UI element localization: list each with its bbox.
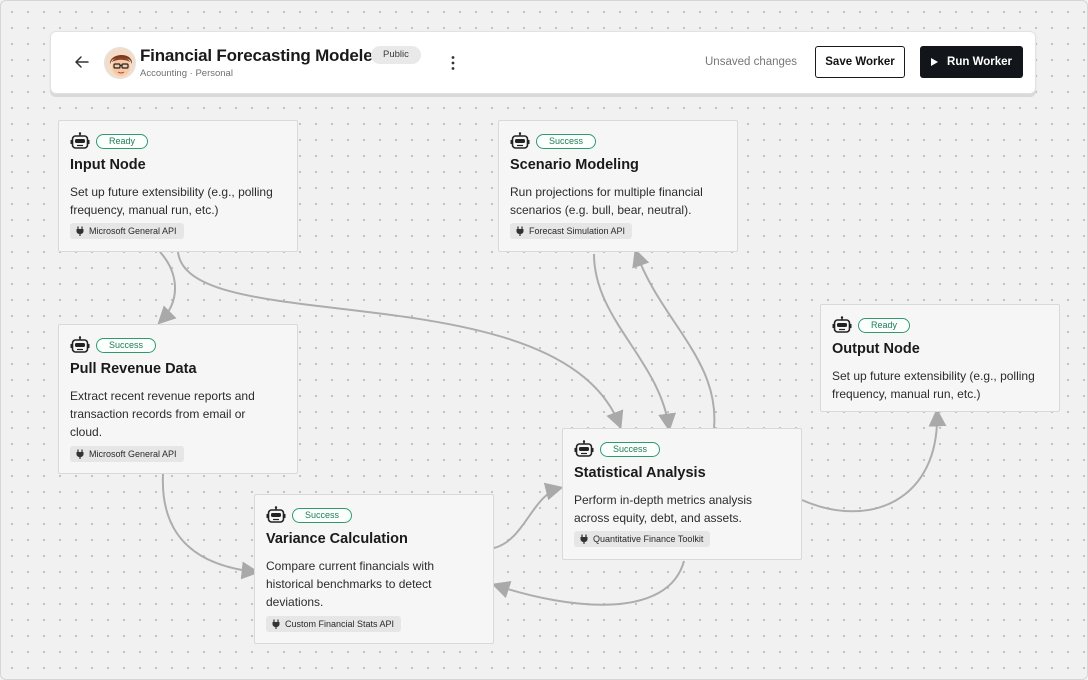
node-title: Input Node [70,157,146,173]
plug-icon [76,449,84,459]
robot-icon [510,132,530,149]
node-title: Output Node [832,341,920,357]
run-worker-label: Run Worker [947,56,1012,68]
edge-statistical-to-variance [491,560,685,606]
node-scenario-modeling[interactable]: Success Scenario Modeling Run projection… [498,120,738,252]
api-chip: Custom Financial Stats API [266,616,402,632]
visibility-badge: Public [371,46,421,64]
page-title: Financial Forecasting Modeler [140,46,379,65]
back-arrow-icon[interactable] [73,53,91,71]
status-badge: Success [600,441,661,457]
edge-scenario-to-statistical [593,253,677,432]
worker-header: Financial Forecasting Modeler Accounting… [50,31,1036,94]
node-title: Variance Calculation [266,531,408,547]
more-options-icon[interactable] [446,54,460,72]
avatar-face-icon [105,48,135,78]
api-chip: Microsoft General API [70,446,184,462]
node-description: Compare current financials with historic… [266,559,435,609]
status-badge: Success [96,337,157,353]
edge-statistical-to-scenario [632,248,716,429]
node-pull-revenue-data[interactable]: Success Pull Revenue Data Extract recent… [58,324,298,474]
robot-icon [70,132,90,149]
plug-icon [76,226,84,236]
node-statistical-analysis[interactable]: Success Statistical Analysis Perform in-… [562,428,802,560]
plug-icon [272,619,280,629]
node-title: Pull Revenue Data [70,361,197,377]
plug-icon [580,534,588,544]
robot-icon [266,506,286,523]
run-worker-button[interactable]: Run Worker [920,46,1023,78]
status-badge: Success [292,507,353,523]
worker-subtitle: Accounting · Personal [140,68,233,79]
node-description: Perform in-depth metrics analysis across… [574,493,753,525]
status-badge: Success [536,133,597,149]
robot-icon [574,440,594,457]
node-description: Set up future extensibility (e.g., polli… [832,369,1035,401]
node-input[interactable]: Ready Input Node Set up future extensibi… [58,120,298,252]
save-worker-button[interactable]: Save Worker [815,46,905,78]
edge-variance-to-statistical [493,482,564,549]
node-title: Scenario Modeling [510,157,639,173]
play-icon [931,58,939,66]
robot-icon [832,316,852,333]
node-title: Statistical Analysis [574,465,706,481]
node-description: Set up future extensibility (e.g., polli… [70,185,273,217]
edge-input-to-pull-revenue [157,251,177,325]
api-chip: Microsoft General API [70,223,184,239]
api-chip: Quantitative Finance Toolkit [574,531,711,547]
status-badge: Ready [858,317,911,333]
node-output[interactable]: Ready Output Node Set up future extensib… [820,304,1060,412]
node-variance-calculation[interactable]: Success Variance Calculation Compare cur… [254,494,494,644]
edge-statistical-to-output [801,408,947,513]
unsaved-status: Unsaved changes [705,56,798,68]
status-badge: Ready [96,133,149,149]
edge-pull-revenue-to-variance [161,473,260,580]
node-description: Extract recent revenue reports and trans… [70,389,255,439]
node-description: Run projections for multiple financial s… [510,185,703,217]
robot-icon [70,336,90,353]
api-chip: Forecast Simulation API [510,223,633,239]
avatar [104,47,136,79]
plug-icon [516,226,524,236]
